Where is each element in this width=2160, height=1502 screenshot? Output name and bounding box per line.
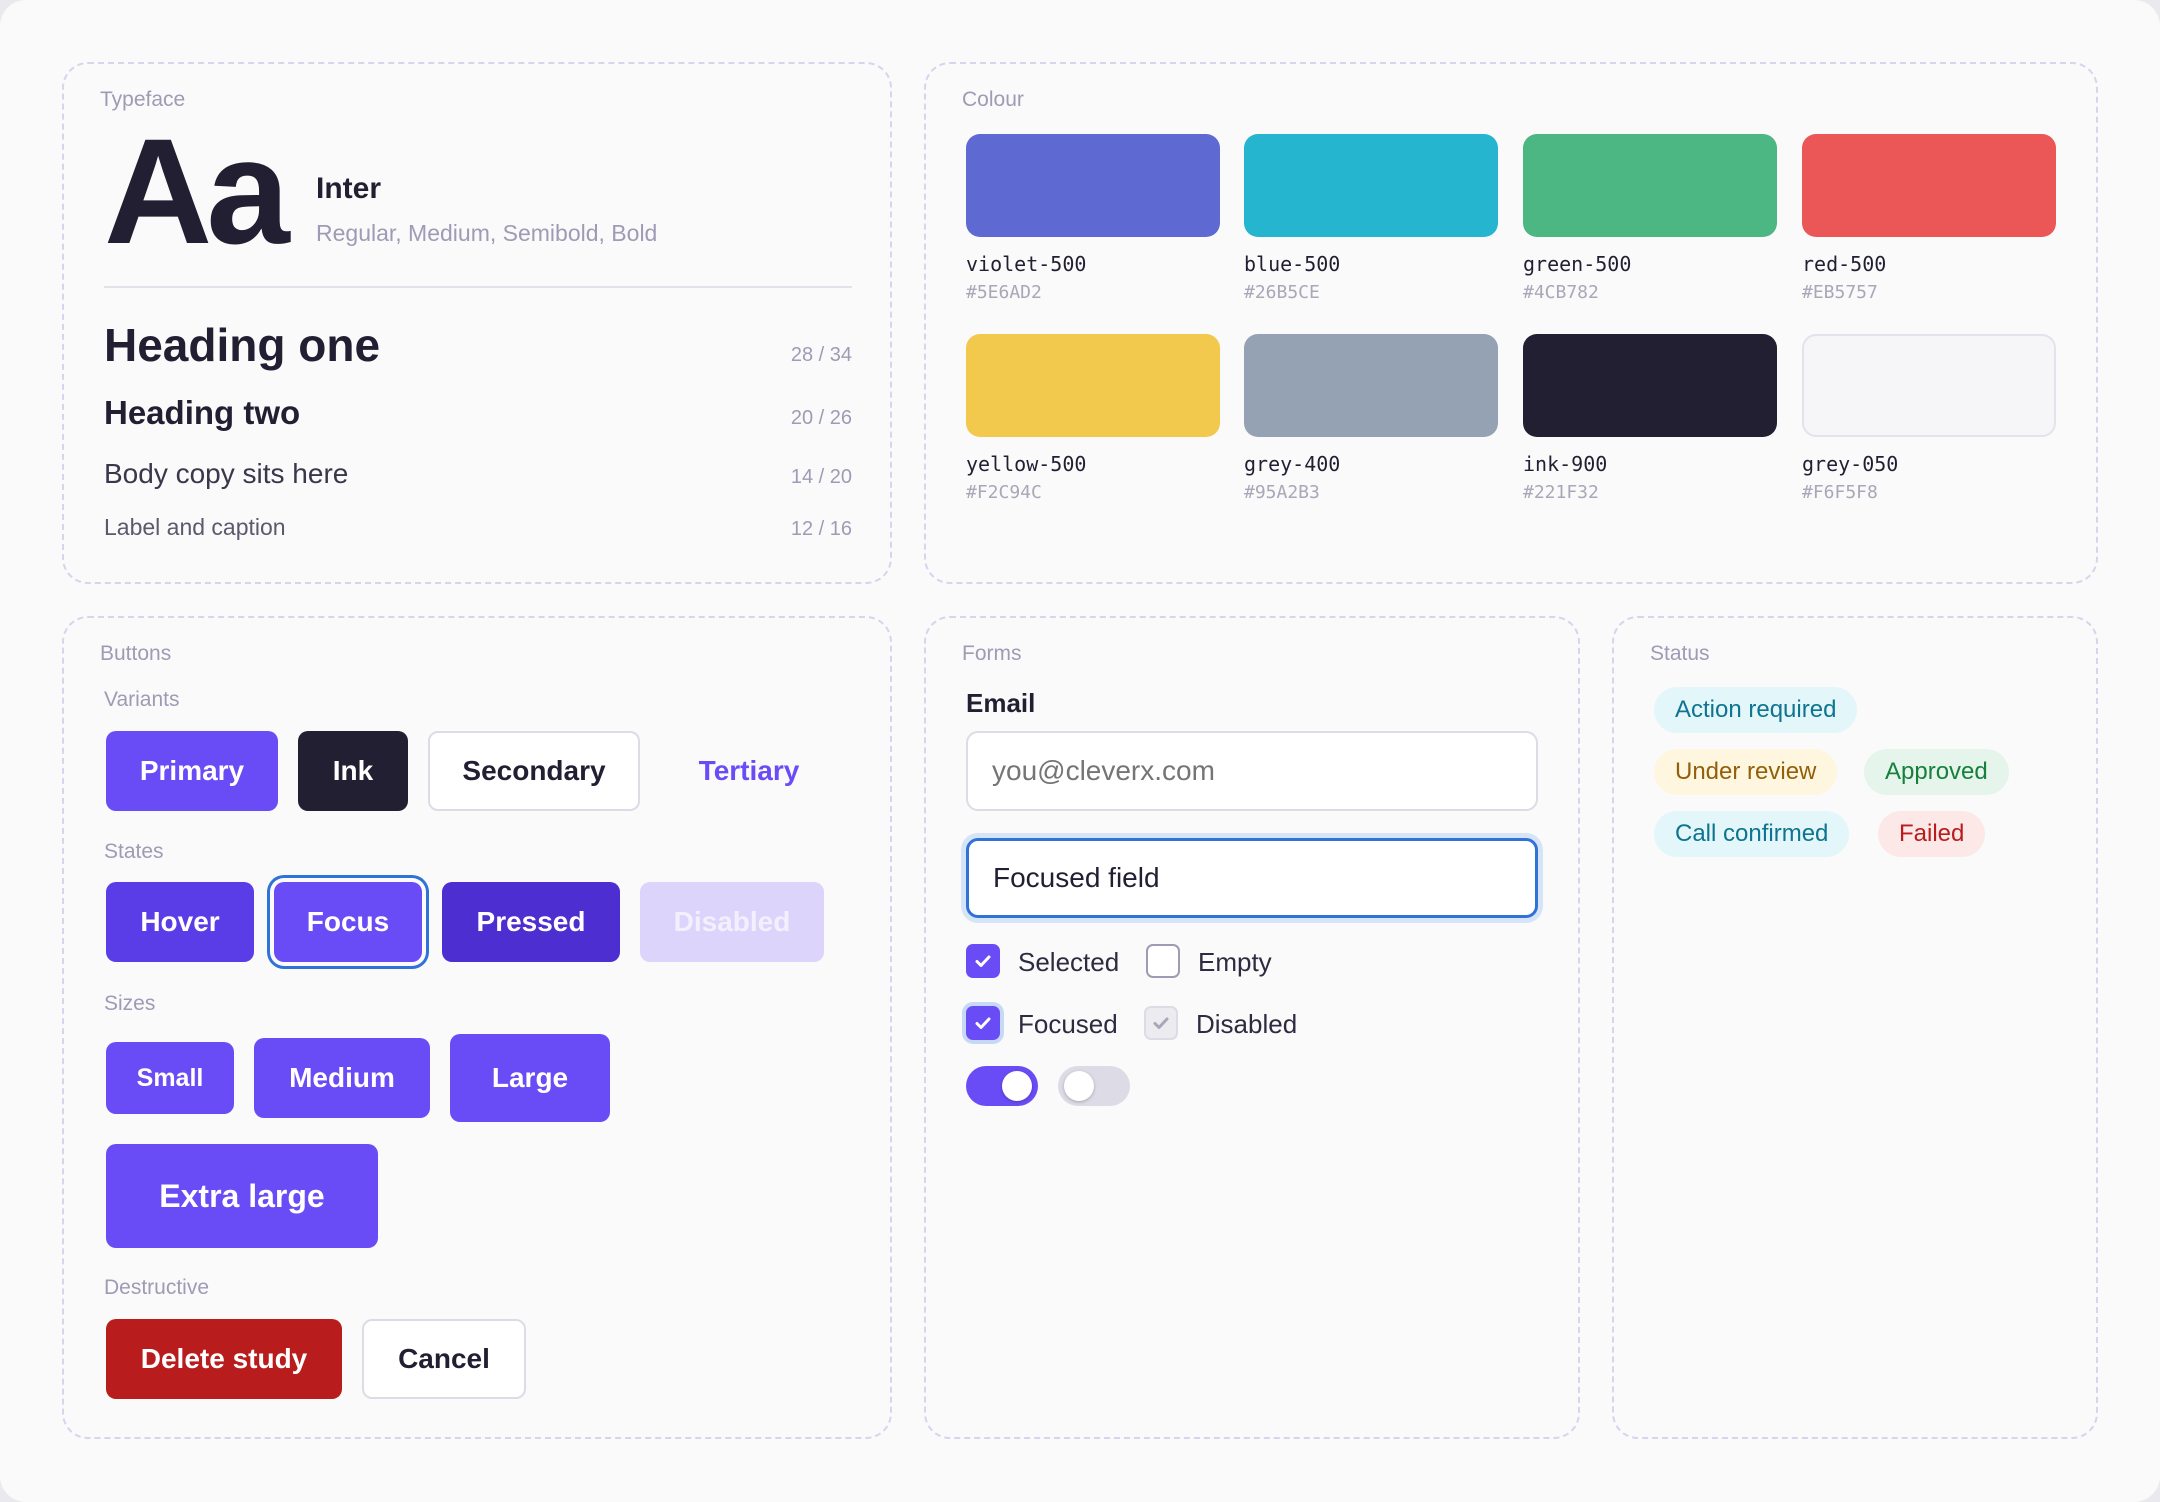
toggle-knob (1064, 1071, 1094, 1101)
secondary-button[interactable]: Secondary (428, 731, 640, 811)
swatch-hex: #221F32 (1523, 482, 1599, 503)
swatch-hex: #EB5757 (1802, 282, 1878, 303)
typeface-sample: Aa (104, 107, 290, 275)
ink-button[interactable]: Ink (298, 731, 408, 811)
type-scale-row: Heading one 28 / 34 (104, 318, 852, 372)
forms-title: Forms (962, 642, 1022, 665)
font-weights: Regular, Medium, Semibold, Bold (316, 220, 658, 246)
swatch-ink-900 (1523, 334, 1777, 437)
destructive-label: Destructive (104, 1276, 210, 1299)
hover-state-button[interactable]: Hover (106, 882, 254, 962)
disabled-state-button: Disabled (640, 882, 824, 962)
swatch-name: red-500 (1802, 252, 1887, 276)
toggle-knob (1002, 1071, 1032, 1101)
forms-card: Forms Email Focused field Selected Empty… (924, 616, 1580, 1439)
checkbox-focused[interactable] (966, 1006, 1000, 1040)
status-card: Status Action required Under review Appr… (1612, 616, 2098, 1439)
focus-state-button[interactable]: Focus (274, 882, 422, 962)
sizes-label: Sizes (104, 992, 156, 1015)
swatch-name: ink-900 (1523, 452, 1608, 476)
focused-field-value: Focused field (993, 862, 1160, 893)
divider (104, 286, 852, 288)
type-spec: 14 / 20 (790, 466, 852, 488)
swatch-name: grey-050 (1802, 452, 1899, 476)
toggle-on[interactable] (966, 1066, 1038, 1106)
checkbox-selected[interactable] (966, 944, 1000, 978)
status-badge-under-review: Under review (1654, 749, 1838, 795)
type-spec: 20 / 26 (790, 407, 852, 429)
swatch-name: yellow-500 (966, 452, 1087, 476)
checkbox-selected-label: Selected (1018, 947, 1120, 977)
email-label: Email (966, 688, 1036, 718)
swatch-hex: #F6F5F8 (1802, 482, 1878, 503)
cancel-button[interactable]: Cancel (362, 1319, 526, 1399)
swatch-yellow-500 (966, 334, 1220, 437)
swatch-hex: #95A2B3 (1244, 482, 1320, 503)
check-icon (975, 1017, 991, 1029)
status-title: Status (1650, 642, 1710, 665)
states-label: States (104, 840, 164, 863)
email-input[interactable] (966, 731, 1538, 811)
status-badge-action-required: Action required (1654, 687, 1858, 733)
swatch-hex: #4CB782 (1523, 282, 1599, 303)
font-name: Inter (316, 172, 382, 205)
swatch-hex: #26B5CE (1244, 282, 1320, 303)
swatch-name: grey-400 (1244, 452, 1341, 476)
swatch-red-500 (1802, 134, 2056, 237)
extra-large-button[interactable]: Extra large (106, 1144, 378, 1248)
large-button[interactable]: Large (450, 1034, 610, 1122)
checkbox-empty[interactable] (1146, 944, 1180, 978)
swatch-violet-500 (966, 134, 1220, 237)
swatch-name: blue-500 (1244, 252, 1341, 276)
status-badge-call-confirmed: Call confirmed (1654, 811, 1850, 857)
swatch-name: green-500 (1523, 252, 1632, 276)
buttons-title: Buttons (100, 642, 172, 665)
heading-two-sample: Heading two (104, 394, 301, 431)
colour-title: Colour (962, 88, 1024, 111)
checkbox-disabled (1144, 1006, 1178, 1040)
check-icon (1153, 1017, 1169, 1029)
status-badge-approved: Approved (1864, 749, 2009, 795)
check-icon (975, 955, 991, 967)
heading-one-sample: Heading one (104, 319, 381, 371)
primary-button[interactable]: Primary (106, 731, 278, 811)
type-spec: 28 / 34 (790, 344, 852, 366)
caption-sample: Label and caption (104, 514, 286, 540)
body-sample: Body copy sits here (104, 458, 349, 489)
style-guide-canvas: Typeface Aa Inter Regular, Medium, Semib… (0, 0, 2160, 1502)
swatch-name: violet-500 (966, 252, 1087, 276)
checkbox-disabled-label: Disabled (1196, 1009, 1298, 1039)
type-scale-row: Label and caption 12 / 16 (104, 514, 852, 541)
type-scale-row: Heading two 20 / 26 (104, 394, 852, 432)
swatch-grey-050 (1802, 334, 2056, 437)
tertiary-button[interactable]: Tertiary (660, 731, 838, 811)
small-button[interactable]: Small (106, 1042, 234, 1114)
medium-button[interactable]: Medium (254, 1038, 430, 1118)
checkbox-focused-label: Focused (1018, 1009, 1118, 1039)
delete-study-button[interactable]: Delete study (106, 1319, 342, 1399)
buttons-card: Buttons Variants Primary Ink Secondary T… (62, 616, 892, 1439)
swatch-green-500 (1523, 134, 1777, 237)
pressed-state-button[interactable]: Pressed (442, 882, 620, 962)
toggle-off[interactable] (1058, 1066, 1130, 1106)
swatch-hex: #5E6AD2 (966, 282, 1042, 303)
typeface-card: Typeface Aa Inter Regular, Medium, Semib… (62, 62, 892, 584)
swatch-hex: #F2C94C (966, 482, 1042, 503)
type-scale-row: Body copy sits here 14 / 20 (104, 458, 852, 490)
focused-field[interactable]: Focused field (966, 838, 1538, 918)
swatch-blue-500 (1244, 134, 1498, 237)
variants-label: Variants (104, 688, 180, 711)
swatch-grey-400 (1244, 334, 1498, 437)
type-spec: 12 / 16 (790, 518, 852, 540)
colour-card: Colour violet-500 #5E6AD2 blue-500 #26B5… (924, 62, 2098, 584)
status-badge-failed: Failed (1878, 811, 1986, 857)
checkbox-empty-label: Empty (1198, 947, 1272, 977)
